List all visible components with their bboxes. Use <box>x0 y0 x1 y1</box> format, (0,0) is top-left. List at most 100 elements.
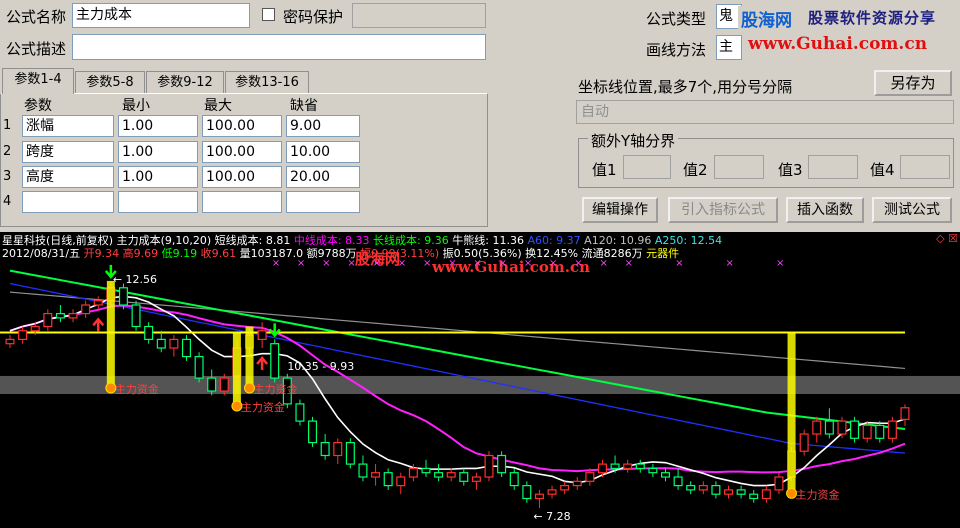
value2-input[interactable] <box>714 155 764 179</box>
row-number: 4 <box>3 194 12 209</box>
candle-body <box>446 472 456 478</box>
axis-position-input[interactable]: 自动 <box>576 100 954 124</box>
watermark-logo: 股海网 <box>738 6 795 31</box>
x-mark: × <box>726 258 734 269</box>
x-mark: × <box>297 258 305 269</box>
axis-position-label: 坐标线位置,最多7个,用分号分隔 <box>578 78 793 96</box>
param-default-input[interactable] <box>286 191 360 213</box>
row-number: 3 <box>3 169 12 184</box>
candle-body <box>308 420 318 444</box>
formula-name-label: 公式名称 <box>6 8 67 26</box>
value4-input[interactable] <box>900 155 950 179</box>
candle-body <box>711 485 721 495</box>
x-mark: × <box>448 258 456 269</box>
candle-body <box>81 304 91 315</box>
candle-body <box>471 476 481 482</box>
a60-line <box>9 282 906 454</box>
param-max-input[interactable]: 100.00 <box>202 141 282 163</box>
candle-body <box>68 312 78 319</box>
candle-body <box>724 489 734 495</box>
param-max-input[interactable]: 100.00 <box>202 166 282 188</box>
candle-body <box>761 489 771 500</box>
candle-body <box>736 489 746 495</box>
signal-bar <box>787 332 796 490</box>
param-min-input[interactable]: 1.00 <box>118 141 198 163</box>
candle-body <box>812 420 822 435</box>
signal-label: 主力资金 <box>796 487 840 501</box>
stock-chart[interactable]: 星星科技(日线,前复权) 主力成本(9,10,20) 短线成本: 8.81 中线… <box>0 232 960 528</box>
candle-body <box>522 485 532 500</box>
password-input[interactable] <box>352 3 486 28</box>
param-name-input[interactable]: 跨度 <box>22 141 114 163</box>
candle-body <box>887 420 897 439</box>
candle-body <box>837 420 847 435</box>
candle-body <box>799 433 809 452</box>
candle-body <box>345 442 355 465</box>
formula-desc-input[interactable] <box>72 34 486 60</box>
value3-input[interactable] <box>808 155 858 179</box>
signal-bar <box>106 280 115 384</box>
candle-body <box>749 493 759 500</box>
candle-body <box>585 472 595 482</box>
param-min-input[interactable]: 1.00 <box>118 166 198 188</box>
param-default-input[interactable]: 20.00 <box>286 166 360 188</box>
password-checkbox[interactable] <box>262 8 275 21</box>
x-mark: × <box>373 258 381 269</box>
candle-body <box>900 407 910 420</box>
candle-body <box>497 454 507 474</box>
tab-params-5-8[interactable]: 参数5-8 <box>75 71 145 93</box>
candle-body <box>55 312 65 319</box>
tab-params-9-12[interactable]: 参数9-12 <box>146 71 224 93</box>
param-default-input[interactable]: 10.00 <box>286 141 360 163</box>
signal-bar <box>232 332 241 403</box>
x-mark: × <box>473 258 481 269</box>
candle-body <box>30 325 40 332</box>
price-plot: 主力资金主力资金主力资金主力资金× × × × × × × × × × × × × × × × × ×← 12.5… <box>0 258 960 523</box>
x-mark: × <box>549 258 557 269</box>
candle-body <box>547 489 557 495</box>
edit-operation-button[interactable]: 编辑操作 <box>582 197 658 223</box>
watermark-slogan: 股票软件资源分享 <box>808 9 937 27</box>
long-cost-line <box>9 269 906 431</box>
range-label: 10.35 - 9.93 <box>287 360 354 373</box>
formula-desc-label: 公式描述 <box>6 40 67 58</box>
tab-params-13-16[interactable]: 参数13-16 <box>225 71 309 93</box>
candle-body <box>421 467 431 474</box>
param-name-input[interactable] <box>22 191 114 213</box>
candle-body <box>144 325 154 340</box>
tab-params-1-4[interactable]: 参数1-4 <box>2 68 74 94</box>
candle-body <box>18 330 28 341</box>
x-mark: × <box>423 258 431 269</box>
candle-body <box>333 442 343 457</box>
signal-label: 主力资金 <box>254 382 298 396</box>
param-min-input[interactable]: 1.00 <box>118 115 198 137</box>
param-name-input[interactable]: 高度 <box>22 166 114 188</box>
x-mark: × <box>776 258 784 269</box>
import-formula-button[interactable]: 引入指标公式 <box>668 197 778 223</box>
candle-body <box>774 476 784 491</box>
candle-body <box>131 304 141 328</box>
draw-method-select[interactable]: 主 <box>716 35 742 60</box>
value3-label: 值3 <box>778 161 803 179</box>
x-mark: × <box>675 258 683 269</box>
param-max-input[interactable] <box>202 191 282 213</box>
param-min-input[interactable] <box>118 191 198 213</box>
param-name-input[interactable]: 涨幅 <box>22 115 114 137</box>
extra-y-axis-label: 额外Y轴分界 <box>588 130 679 151</box>
insert-function-button[interactable]: 插入函数 <box>786 197 864 223</box>
x-mark: × <box>347 258 355 269</box>
test-formula-button[interactable]: 测试公式 <box>872 197 952 223</box>
save-as-button[interactable]: 另存为 <box>874 70 952 96</box>
candle-body <box>850 420 860 439</box>
candle-body <box>408 467 418 478</box>
value1-input[interactable] <box>623 155 671 179</box>
signal-bar <box>245 326 254 384</box>
formula-type-label: 公式类型 <box>646 10 707 28</box>
candle-body <box>43 312 53 328</box>
formula-name-input[interactable]: 主力成本 <box>72 3 250 28</box>
candle-body <box>194 355 204 379</box>
value4-label: 值4 <box>870 161 895 179</box>
candle-body <box>358 463 368 478</box>
param-default-input[interactable]: 9.00 <box>286 115 360 137</box>
param-max-input[interactable]: 100.00 <box>202 115 282 137</box>
